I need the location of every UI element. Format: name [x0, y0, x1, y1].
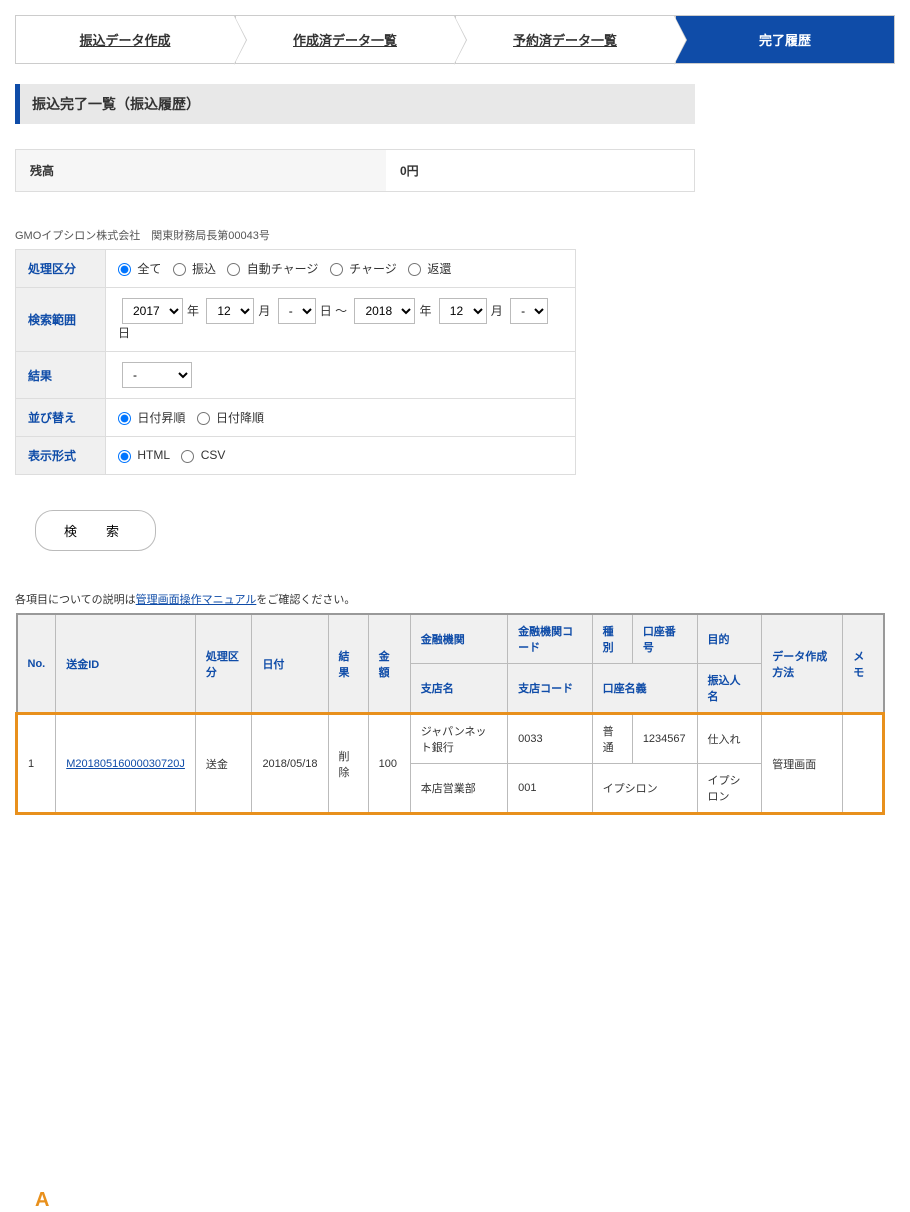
balance-label: 残高: [16, 150, 386, 191]
select-to-year[interactable]: 2018: [354, 298, 415, 324]
col-branch: 支店名: [410, 664, 507, 714]
filter-label-process: 処理区分: [16, 250, 106, 288]
col-no: No.: [17, 614, 56, 714]
balance-value: 0円: [386, 150, 694, 191]
col-amount: 金額: [368, 614, 410, 714]
filter-label-format: 表示形式: [16, 437, 106, 475]
col-branch-code: 支店コード: [508, 664, 593, 714]
filter-format-options: HTML CSV: [106, 437, 576, 475]
cell-result: 削除: [328, 714, 368, 814]
radio-sort-asc[interactable]: 日付昇順: [118, 411, 185, 425]
col-id: 送金ID: [56, 614, 196, 714]
cell-type: 普通: [592, 714, 632, 764]
cell-bank: ジャパンネット銀行: [410, 714, 507, 764]
company-info: GMOイプシロン株式会社 関東財務局長第00043号: [15, 227, 895, 243]
cell-memo: [843, 714, 884, 814]
select-from-month[interactable]: 12: [206, 298, 254, 324]
select-from-year[interactable]: 2017: [122, 298, 183, 324]
cell-no: 1: [17, 714, 56, 814]
col-transfer-name: 振込人名: [697, 664, 762, 714]
table-row: 1 M20180516000030720J 送金 2018/05/18 削除 1…: [17, 714, 884, 764]
cell-bank-code: 0033: [508, 714, 593, 764]
col-account-no: 口座番号: [632, 614, 697, 664]
radio-auto-charge[interactable]: 自動チャージ: [227, 262, 318, 276]
radio-transfer[interactable]: 振込: [173, 262, 216, 276]
cell-transfer-name: イプシロン: [697, 764, 762, 814]
col-memo: メモ: [843, 614, 884, 714]
select-result[interactable]: -: [122, 362, 192, 388]
col-date: 日付: [252, 614, 328, 714]
filter-result-control: -: [106, 352, 576, 399]
tab-create[interactable]: 振込データ作成: [15, 15, 235, 64]
manual-link[interactable]: 管理画面操作マニュアル: [136, 594, 257, 606]
col-account-name: 口座名義: [592, 664, 697, 714]
select-to-month[interactable]: 12: [439, 298, 487, 324]
select-to-day[interactable]: -: [510, 298, 548, 324]
col-purpose: 目的: [697, 614, 762, 664]
cell-id: M20180516000030720J: [56, 714, 196, 814]
radio-format-csv[interactable]: CSV: [181, 448, 225, 462]
help-note: 各項目についての説明は管理画面操作マニュアルをご確認ください。: [15, 591, 895, 607]
section-title: 振込完了一覧（振込履歴）: [15, 84, 695, 124]
select-from-day[interactable]: -: [278, 298, 316, 324]
radio-all[interactable]: 全て: [118, 262, 161, 276]
cell-amount: 100: [368, 714, 410, 814]
cell-branch-code: 001: [508, 764, 593, 814]
tab-bar: 振込データ作成 作成済データ一覧 予約済データ一覧 完了履歴: [15, 15, 895, 64]
remit-id-link[interactable]: M20180516000030720J: [66, 758, 185, 770]
search-button[interactable]: 検 索: [35, 510, 156, 551]
filter-range-controls: 2017年 12月 -日 ～ 2018年 12月 -日: [106, 288, 576, 352]
tab-reserved-list[interactable]: 予約済データ一覧: [455, 15, 675, 64]
cell-purpose: 仕入れ: [697, 714, 762, 764]
filter-label-result: 結果: [16, 352, 106, 399]
annotation-marker: A: [35, 1189, 49, 1212]
filter-process-options: 全て 振込 自動チャージ チャージ 返還: [106, 250, 576, 288]
col-method: データ作成方法: [762, 614, 843, 714]
balance-row: 残高 0円: [15, 149, 695, 192]
radio-charge[interactable]: チャージ: [330, 262, 397, 276]
filter-table: 処理区分 全て 振込 自動チャージ チャージ 返還 検索範囲 2017年 12月…: [15, 249, 576, 475]
col-result: 結果: [328, 614, 368, 714]
results-table: No. 送金ID 処理区分 日付 結果 金額 金融機関 金融機関コード 種別 口…: [15, 613, 885, 815]
cell-branch: 本店営業部: [410, 764, 507, 814]
col-type: 種別: [592, 614, 632, 664]
radio-sort-desc[interactable]: 日付降順: [197, 411, 264, 425]
col-bank: 金融機関: [410, 614, 507, 664]
filter-label-sort: 並び替え: [16, 399, 106, 437]
tab-history[interactable]: 完了履歴: [675, 15, 895, 64]
filter-sort-options: 日付昇順 日付降順: [106, 399, 576, 437]
filter-label-range: 検索範囲: [16, 288, 106, 352]
radio-return[interactable]: 返還: [408, 262, 451, 276]
cell-process: 送金: [195, 714, 252, 814]
cell-date: 2018/05/18: [252, 714, 328, 814]
col-process: 処理区分: [195, 614, 252, 714]
cell-account-no: 1234567: [632, 714, 697, 764]
cell-method: 管理画面: [762, 714, 843, 814]
cell-account-name: イプシロン: [592, 764, 697, 814]
tab-created-list[interactable]: 作成済データ一覧: [235, 15, 455, 64]
radio-format-html[interactable]: HTML: [118, 448, 170, 462]
col-bank-code: 金融機関コード: [508, 614, 593, 664]
